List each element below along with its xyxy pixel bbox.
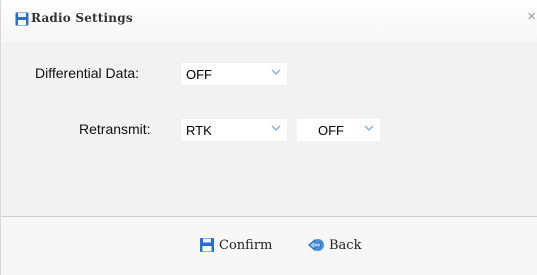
retransmit-label: Retransmit: [79, 121, 151, 137]
retransmit-state-select[interactable]: OFF [296, 118, 381, 142]
dialog-footer: Confirm Back [1, 217, 537, 275]
retransmit-mode-value: RTK [186, 123, 212, 138]
chevron-down-icon [271, 69, 281, 76]
radio-settings-dialog: Radio Settings × Differential Data: OFF … [0, 0, 537, 275]
differential-data-select[interactable]: OFF [180, 62, 288, 86]
chevron-down-icon [364, 125, 374, 132]
retransmit-mode-select[interactable]: RTK [180, 118, 288, 142]
back-arrow-icon [308, 239, 324, 251]
retransmit-state-value: OFF [318, 123, 344, 138]
confirm-label: Confirm [219, 237, 273, 253]
chevron-down-icon [271, 125, 281, 132]
dialog-title: Radio Settings [31, 11, 133, 25]
floppy-disk-icon [15, 12, 29, 26]
settings-form: Differential Data: OFF Retransmit: RTK O… [1, 42, 537, 216]
close-icon[interactable]: × [527, 9, 536, 24]
back-label: Back [329, 237, 362, 253]
back-button[interactable]: Back [307, 235, 361, 255]
confirm-button[interactable]: Confirm [199, 235, 272, 255]
differential-data-label: Differential Data: [35, 65, 140, 81]
differential-data-value: OFF [186, 67, 212, 82]
floppy-disk-icon [200, 238, 214, 252]
dialog-titlebar: Radio Settings × [1, 0, 537, 42]
